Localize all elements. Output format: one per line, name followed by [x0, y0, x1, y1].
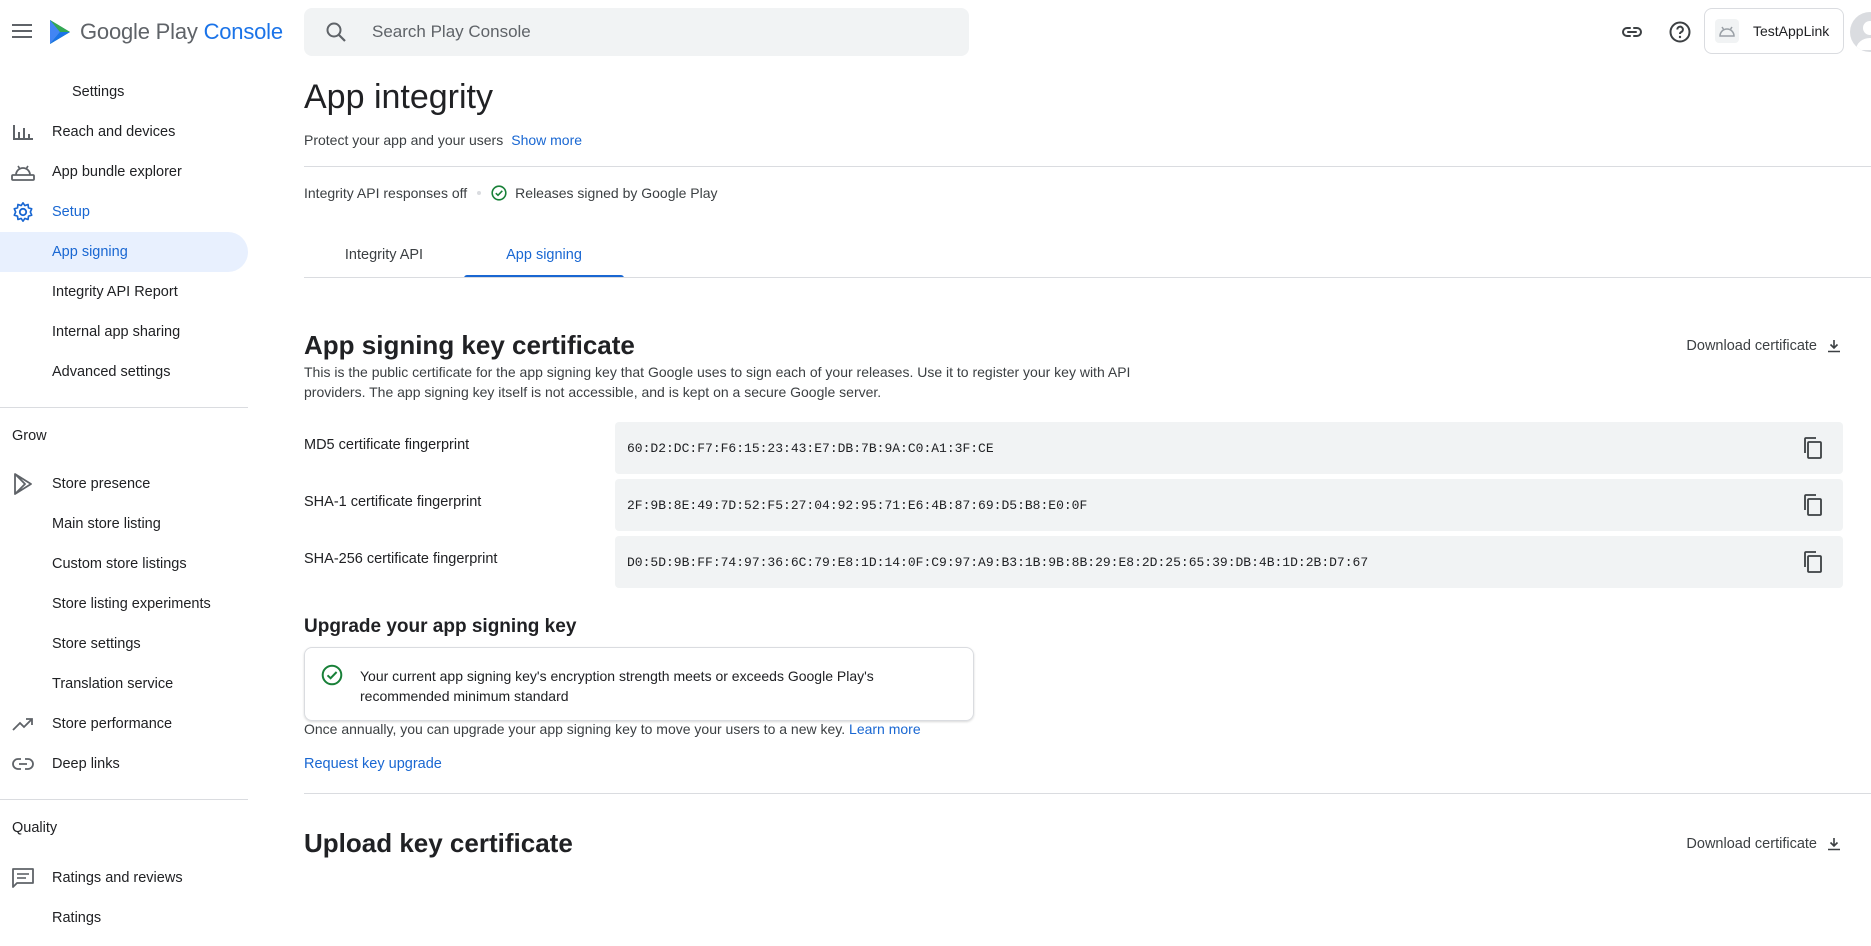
sha256-value[interactable]: D0:5D:9B:FF:74:97:36:6C:79:E8:1D:14:0F:C… — [627, 555, 1368, 570]
menu-icon[interactable] — [10, 20, 34, 44]
android-app-icon — [1715, 19, 1739, 43]
link-icon — [11, 752, 35, 776]
sidebar-heading-grow: Grow — [12, 428, 47, 444]
app-signing-cert-title: App signing key certificate — [304, 330, 635, 360]
play-icon — [11, 472, 35, 496]
review-icon — [11, 866, 35, 890]
search-bar[interactable]: Search Play Console — [304, 8, 969, 56]
md5-value[interactable]: 60:D2:DC:F7:F6:15:23:43:E7:DB:7B:9A:C0:A… — [627, 441, 994, 456]
key-strength-notice: Your current app signing key's encryptio… — [304, 647, 974, 721]
upload-cert-title: Upload key certificate — [304, 828, 573, 858]
tab-integrity-api[interactable]: Integrity API — [304, 235, 464, 275]
md5-label: MD5 certificate fingerprint — [304, 437, 470, 453]
md5-fingerprint-field[interactable]: 60:D2:DC:F7:F6:15:23:43:E7:DB:7B:9A:C0:A… — [615, 422, 1843, 474]
sidebar-item-store-performance[interactable]: Store performance — [0, 704, 248, 744]
check-circle-icon — [491, 185, 507, 201]
sidebar-item-ratings[interactable]: Ratings — [0, 898, 248, 938]
subtitle-text: Protect your app and your users — [304, 132, 504, 148]
gear-icon — [11, 200, 35, 224]
brand-primary: Google Play — [80, 19, 198, 44]
avatar[interactable] — [1850, 12, 1871, 52]
download-certificate-button[interactable]: Download certificate — [1686, 338, 1841, 354]
android-icon — [11, 160, 35, 184]
sidebar-item-store-listing-experiments[interactable]: Store listing experiments — [0, 584, 248, 624]
page-title: App integrity — [304, 78, 493, 116]
sidebar-item-settings[interactable]: Settings — [0, 72, 248, 112]
sha1-fingerprint-field[interactable]: 2F:9B:8E:49:7D:52:F5:27:04:92:95:71:E6:4… — [615, 479, 1843, 531]
request-key-upgrade-button[interactable]: Request key upgrade — [304, 756, 442, 772]
link-icon[interactable] — [1620, 20, 1644, 44]
sidebar-item-advanced-settings[interactable]: Advanced settings — [0, 352, 248, 392]
tab-app-signing[interactable]: App signing — [464, 235, 624, 278]
upgrade-key-title: Upgrade your app signing key — [304, 616, 577, 637]
sha1-value[interactable]: 2F:9B:8E:49:7D:52:F5:27:04:92:95:71:E6:4… — [627, 498, 1087, 513]
sha256-fingerprint-field[interactable]: D0:5D:9B:FF:74:97:36:6C:79:E8:1D:14:0F:C… — [615, 536, 1843, 588]
download-icon — [1828, 340, 1840, 353]
sidebar-divider — [0, 407, 248, 408]
sidebar-item-ratings-and-reviews[interactable]: Ratings and reviews — [0, 858, 248, 898]
search-input[interactable]: Search Play Console — [372, 22, 531, 42]
status-row: Integrity API responses off Releases sig… — [304, 185, 718, 201]
sha1-label: SHA-1 certificate fingerprint — [304, 494, 482, 510]
app-signing-cert-description: This is the public certificate for the a… — [304, 364, 1131, 400]
sidebar: Settings Reach and devices App bundle ex… — [0, 64, 248, 946]
separator-dot — [477, 191, 482, 195]
app-name: TestAppLink — [1753, 23, 1830, 39]
download-icon — [1828, 838, 1840, 851]
upgrade-info: Once annually, you can upgrade your app … — [304, 721, 921, 737]
bar-chart-icon — [11, 120, 35, 144]
releases-status: Releases signed by Google Play — [515, 185, 718, 201]
sidebar-item-custom-store-listings[interactable]: Custom store listings — [0, 544, 248, 584]
sidebar-item-app-signing[interactable]: App signing — [0, 232, 248, 272]
check-circle-icon — [321, 664, 343, 686]
sidebar-item-deep-links[interactable]: Deep links — [0, 744, 248, 784]
sha256-label: SHA-256 certificate fingerprint — [304, 551, 498, 567]
copy-icon[interactable] — [1801, 436, 1825, 460]
sidebar-item-main-store-listing[interactable]: Main store listing — [0, 504, 248, 544]
sidebar-item-app-bundle-explorer[interactable]: App bundle explorer — [0, 152, 248, 192]
sidebar-item-internal-app-sharing[interactable]: Internal app sharing — [0, 312, 248, 352]
sidebar-item-integrity-api-report[interactable]: Integrity API Report — [0, 272, 248, 312]
sidebar-item-store-settings[interactable]: Store settings — [0, 624, 248, 664]
header-divider — [304, 166, 1871, 167]
search-icon — [326, 22, 346, 42]
notice-text: Your current app signing key's encryptio… — [360, 668, 874, 704]
sidebar-item-reach-and-devices[interactable]: Reach and devices — [0, 112, 248, 152]
learn-more-link[interactable]: Learn more — [849, 721, 921, 737]
help-icon[interactable] — [1668, 20, 1692, 44]
top-bar: Google Play Console Search Play Console … — [0, 0, 1871, 64]
section-divider — [304, 793, 1871, 794]
download-label: Download certificate — [1686, 836, 1817, 852]
copy-icon[interactable] — [1801, 550, 1825, 574]
sidebar-item-store-presence[interactable]: Store presence — [0, 464, 248, 504]
integrity-status: Integrity API responses off — [304, 185, 468, 201]
sidebar-divider — [0, 799, 248, 800]
play-logo-icon — [50, 20, 70, 44]
sidebar-item-setup[interactable]: Setup — [0, 192, 248, 232]
tab-divider — [304, 277, 1871, 278]
download-upload-certificate-button[interactable]: Download certificate — [1686, 836, 1841, 852]
download-label: Download certificate — [1686, 338, 1817, 354]
sidebar-item-translation-service[interactable]: Translation service — [0, 664, 248, 704]
app-switcher[interactable]: TestAppLink — [1704, 8, 1844, 54]
trending-up-icon — [11, 712, 35, 736]
copy-icon[interactable] — [1801, 493, 1825, 517]
sidebar-heading-quality: Quality — [12, 820, 58, 836]
show-more-link[interactable]: Show more — [511, 132, 582, 148]
play-console-logo[interactable]: Google Play Console — [48, 18, 283, 46]
brand-secondary: Console — [203, 19, 284, 44]
upgrade-info-text: Once annually, you can upgrade your app … — [304, 721, 846, 737]
page-subtitle: Protect your app and your users Show more — [304, 132, 582, 148]
